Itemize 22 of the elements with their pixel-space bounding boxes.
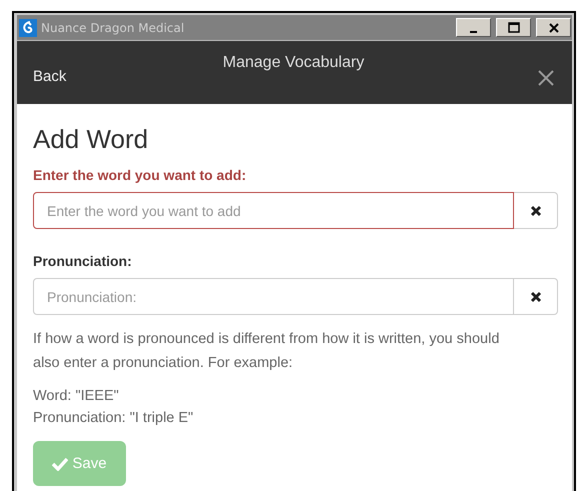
app-logo-icon <box>19 18 37 36</box>
clear-button[interactable] <box>514 278 558 315</box>
window-title: Nuance Dragon Medical <box>41 20 186 34</box>
form-heading: Add Word <box>33 124 150 155</box>
help-text: If how a word is pronounced is different from how it is written, you should also enter a pronunciation. For example: <box>33 330 500 373</box>
clear-icon <box>530 204 542 216</box>
example-text: Word: "IEEE" <box>33 387 119 406</box>
back-link[interactable]: Back <box>33 68 66 85</box>
minimize-button[interactable] <box>456 18 491 37</box>
page-title: Manage Vocabulary <box>222 54 364 73</box>
field-label: Enter the word you want to add: <box>33 167 246 183</box>
maximize-icon <box>508 22 520 33</box>
close-icon <box>538 70 554 86</box>
example-text: Pronunciation: "I triple E" <box>33 409 194 428</box>
minimize-icon <box>470 30 477 32</box>
text-field[interactable]: Enter the word you want to add <box>33 192 514 229</box>
field-label: Pronunciation: <box>33 253 132 269</box>
maximize-button[interactable] <box>496 18 531 37</box>
close-icon <box>548 22 558 32</box>
check-icon <box>52 456 68 470</box>
clear-icon <box>530 290 542 302</box>
clear-button[interactable] <box>514 192 558 229</box>
